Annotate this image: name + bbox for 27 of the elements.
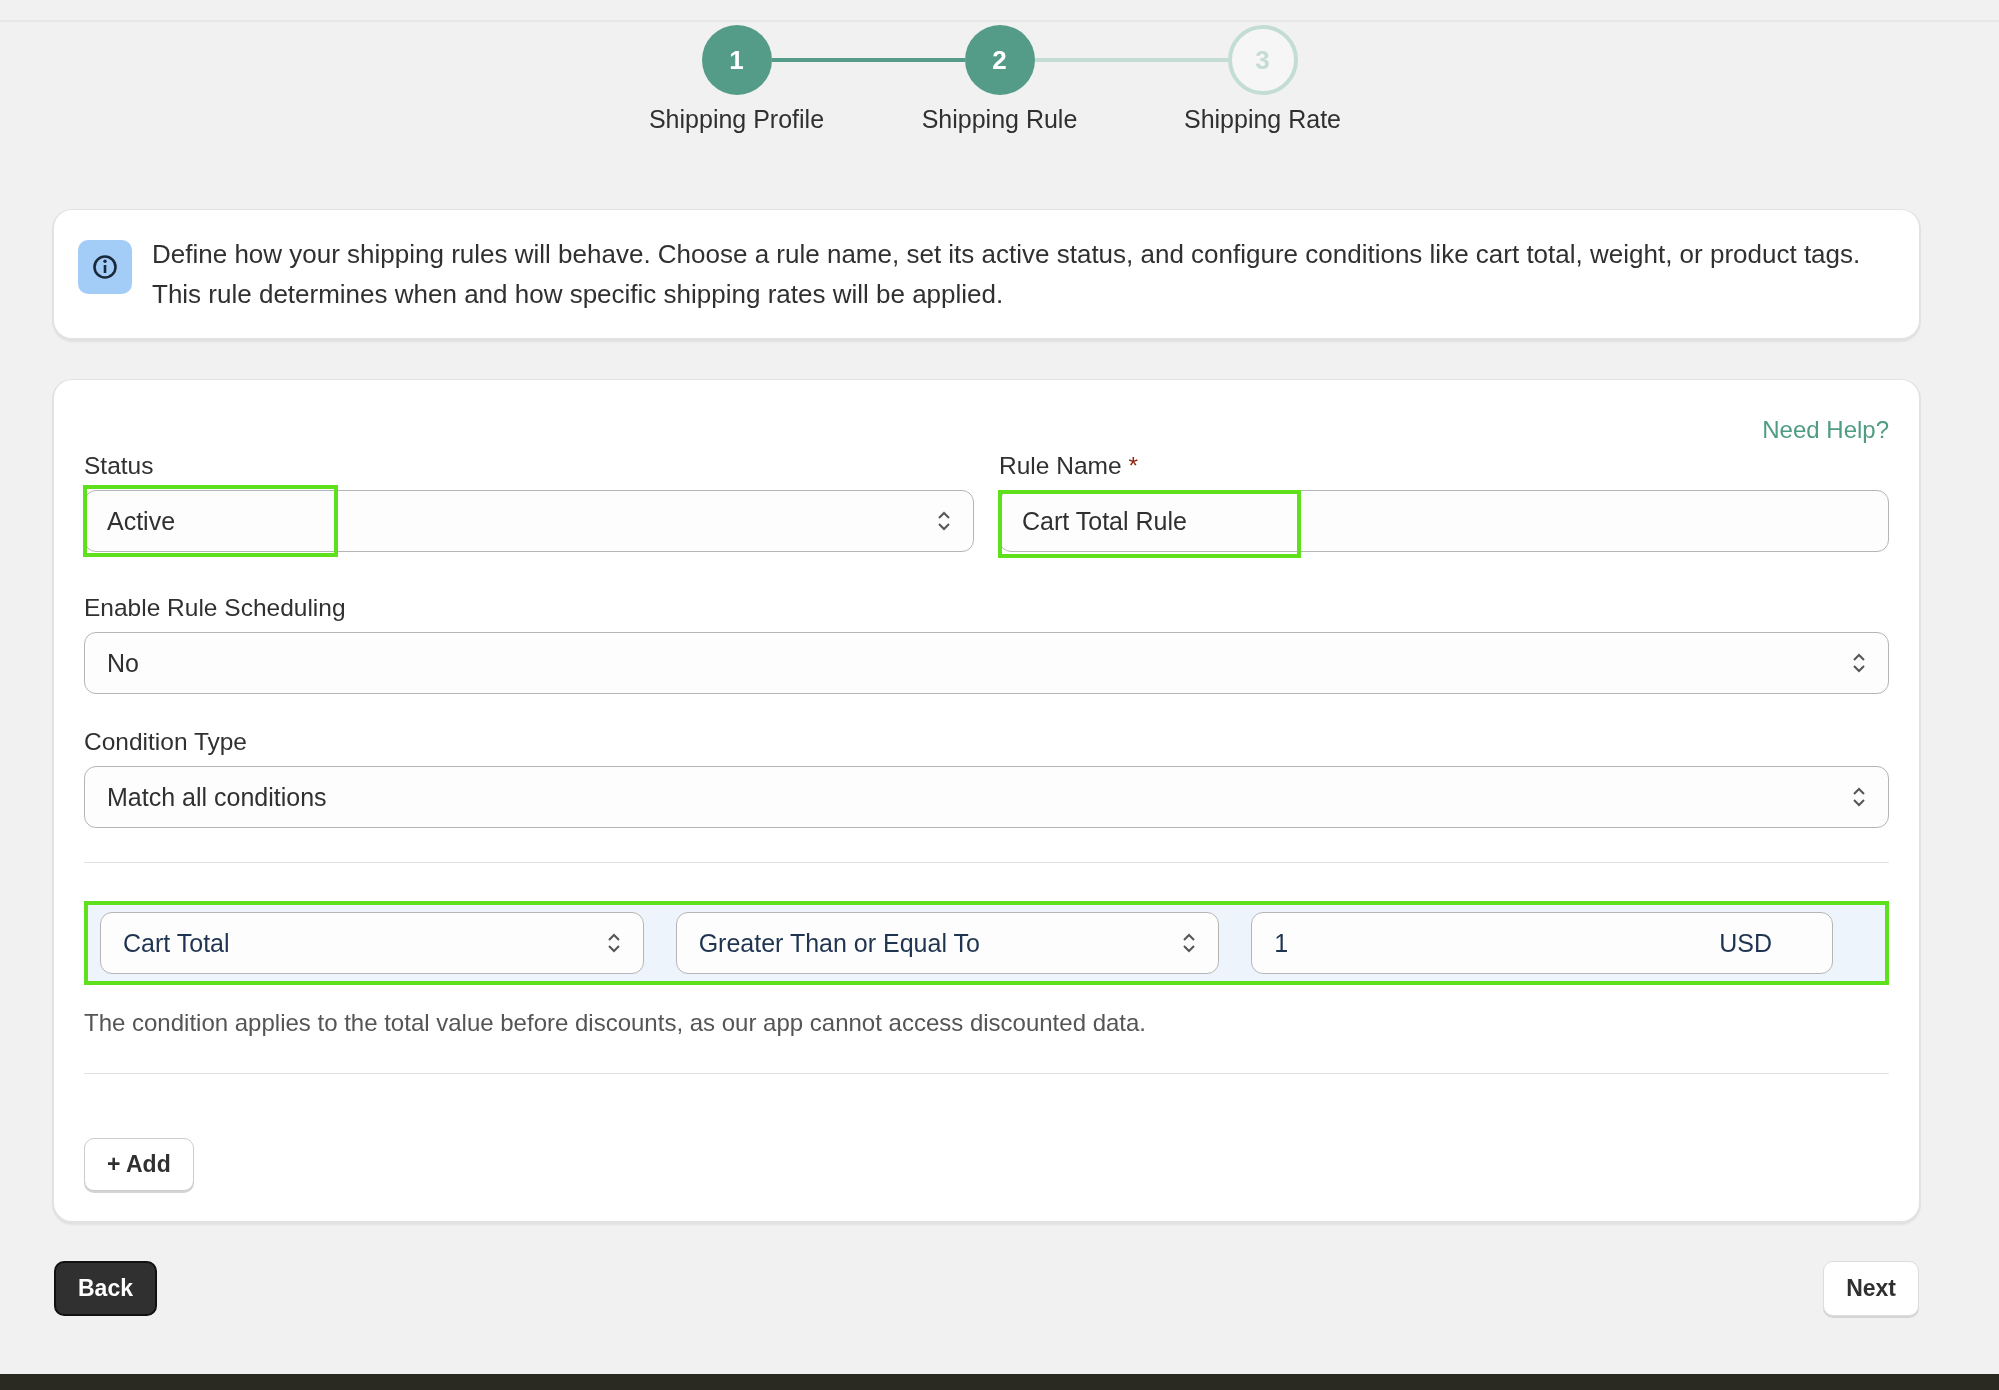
condition-field-select[interactable]: Cart Total (100, 912, 644, 974)
step-label: Shipping Rate (1183, 105, 1342, 133)
info-text: Define how your shipping rules will behave. Choose a rule name, set its active status, and configure conditions like cart total, weight, or product tags. This rule determines when and how specific shipping rates will be applied. (152, 238, 1862, 311)
chevron-icon (937, 510, 951, 532)
required-mark: * (1128, 452, 1138, 479)
step-label: Shipping Rule (921, 105, 1078, 133)
operator-select[interactable]: Greater Than or Equal To (675, 912, 1220, 974)
condition-note: The condition applies to the total value before discounts, as our app cannot access discounted data. (84, 1009, 1148, 1037)
add-button[interactable]: + Add (84, 1138, 194, 1191)
back-button[interactable]: Back (54, 1261, 157, 1316)
value-input[interactable]: 1 USD (1251, 912, 1833, 974)
field-label: Condition Type (84, 728, 247, 755)
chevron-icon (1852, 786, 1866, 808)
next-button[interactable]: Next (1823, 1261, 1919, 1316)
field-label: Status (84, 452, 154, 479)
field-label: Rule Name (999, 452, 1122, 479)
step-label: Shipping Profile (648, 105, 825, 133)
condition-type-select[interactable]: Match all conditions (84, 766, 1889, 828)
chevron-icon (1852, 652, 1866, 674)
chevron-icon (1182, 932, 1197, 954)
step-circle: 2 (964, 25, 1035, 95)
info-icon (78, 240, 132, 294)
field-label: Enable Rule Scheduling (84, 594, 346, 621)
scheduling-select[interactable]: No (84, 632, 1889, 694)
currency-suffix: USD (1719, 928, 1772, 958)
chevron-icon (606, 932, 621, 954)
step-circle: 1 (701, 25, 772, 95)
